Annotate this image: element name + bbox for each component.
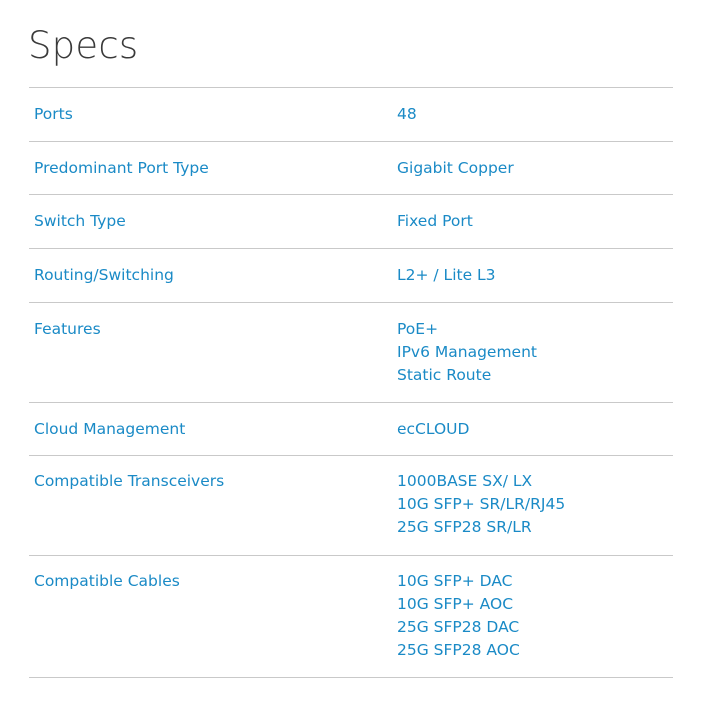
spec-values: L2+ / Lite L3 [397, 264, 673, 302]
spec-label: Switch Type [34, 212, 126, 230]
spec-value: IPv6 Management [397, 343, 537, 361]
spec-value: 1000BASE SX/ LX [397, 472, 533, 490]
spec-values: PoE+ IPv6 Management Static Route [397, 318, 673, 402]
spec-value: 10G SFP+ AOC [397, 595, 514, 613]
spec-row-cloud-management: Cloud Management ecCLOUD [29, 403, 673, 456]
spec-values: ecCLOUD [397, 418, 673, 455]
spec-values: 1000BASE SX/ LX 10G SFP+ SR/LR/RJ45 25G … [397, 470, 673, 555]
spec-value: 10G SFP+ DAC [397, 572, 513, 590]
spec-label: Cloud Management [34, 420, 186, 438]
spec-value: 25G SFP28 AOC [397, 641, 520, 659]
spec-value: Gigabit Copper [397, 159, 514, 177]
spec-values: Gigabit Copper [397, 157, 673, 194]
spec-row-compatible-transceivers: Compatible Transceivers 1000BASE SX/ LX … [29, 456, 673, 556]
spec-value: 25G SFP28 DAC [397, 618, 520, 636]
spec-row-ports: Ports 48 [29, 88, 673, 142]
spec-value: Static Route [397, 366, 492, 384]
spec-value: ecCLOUD [397, 420, 470, 438]
spec-row-compatible-cables: Compatible Cables 10G SFP+ DAC 10G SFP+ … [29, 556, 673, 678]
spec-label: Routing/Switching [34, 266, 174, 284]
spec-value: PoE+ [397, 320, 439, 338]
spec-value: 10G SFP+ SR/LR/RJ45 [397, 495, 566, 513]
spec-row-routing-switching: Routing/Switching L2+ / Lite L3 [29, 249, 673, 303]
specs-table: Ports 48 Predominant Port Type Gigabit C… [29, 87, 673, 678]
spec-value: 25G SFP28 SR/LR [397, 518, 532, 536]
spec-values: Fixed Port [397, 210, 673, 248]
spec-label: Ports [34, 105, 73, 123]
spec-value: Fixed Port [397, 212, 473, 230]
spec-row-predominant-port-type: Predominant Port Type Gigabit Copper [29, 142, 673, 195]
spec-row-switch-type: Switch Type Fixed Port [29, 195, 673, 249]
spec-label: Compatible Cables [34, 572, 180, 590]
spec-label: Features [34, 320, 101, 338]
spec-values: 48 [397, 103, 673, 141]
spec-value: L2+ / Lite L3 [397, 266, 496, 284]
spec-label: Compatible Transceivers [34, 472, 225, 490]
spec-values: 10G SFP+ DAC 10G SFP+ AOC 25G SFP28 DAC … [397, 570, 673, 677]
spec-row-features: Features PoE+ IPv6 Management Static Rou… [29, 303, 673, 403]
page-title: Specs [28, 24, 139, 67]
spec-label: Predominant Port Type [34, 159, 209, 177]
spec-value: 48 [397, 105, 417, 123]
specs-page: Specs Ports 48 Predominant Port Type Gig… [0, 0, 712, 701]
